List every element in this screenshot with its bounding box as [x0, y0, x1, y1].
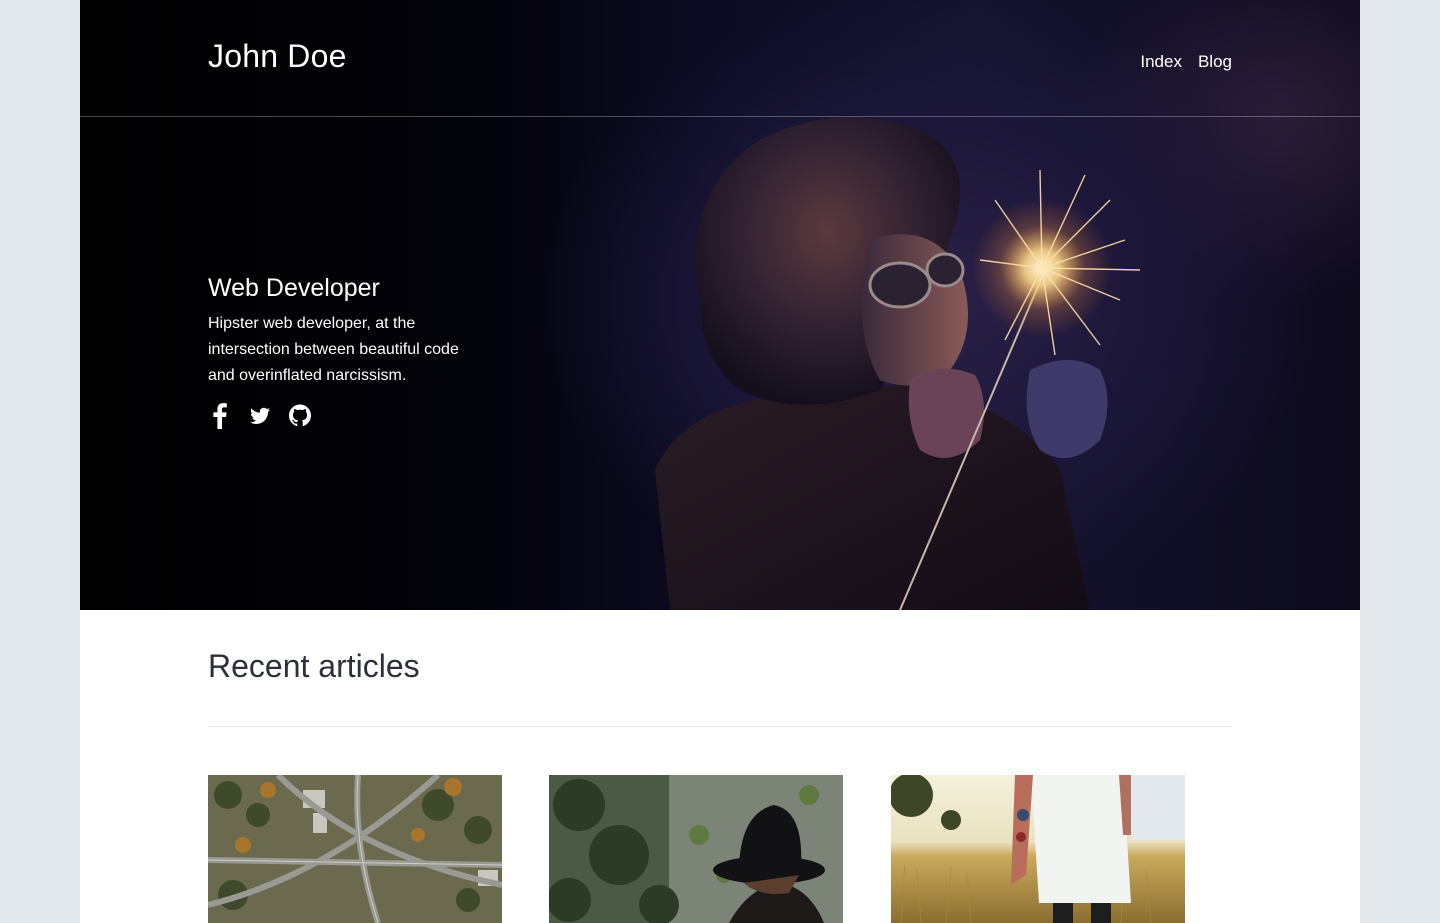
site-title[interactable]: John Doe — [208, 38, 347, 75]
twitter-link[interactable] — [248, 402, 272, 430]
section-divider — [208, 726, 1232, 727]
page: John Doe Index Blog Web Developer Hipste… — [80, 0, 1360, 923]
hero-intro: Web Developer Hipster web developer, at … — [208, 274, 478, 389]
article-thumbnail-2[interactable] — [549, 775, 843, 923]
tattooed-person-image — [891, 775, 1185, 923]
social-links — [208, 402, 312, 430]
highway-aerial-image — [208, 775, 502, 923]
facebook-icon — [213, 403, 227, 429]
nav-link-index[interactable]: Index — [1140, 52, 1182, 72]
black-hat-image — [549, 775, 843, 923]
article-thumbnail-3[interactable] — [891, 775, 1185, 923]
article-thumbnail-1[interactable] — [208, 775, 502, 923]
hero-heading: Web Developer — [208, 274, 380, 302]
hero-section: John Doe Index Blog Web Developer Hipste… — [80, 0, 1360, 610]
hero-description: Hipster web developer, at the intersecti… — [208, 315, 459, 384]
nav-link-blog[interactable]: Blog — [1198, 52, 1232, 72]
github-icon — [289, 404, 311, 427]
site-header: John Doe Index Blog — [80, 0, 1360, 117]
recent-articles-heading: Recent articles — [208, 648, 420, 684]
main-nav: Index Blog — [1140, 52, 1232, 72]
facebook-link[interactable] — [208, 402, 232, 430]
twitter-icon — [250, 407, 270, 424]
github-link[interactable] — [288, 402, 312, 430]
